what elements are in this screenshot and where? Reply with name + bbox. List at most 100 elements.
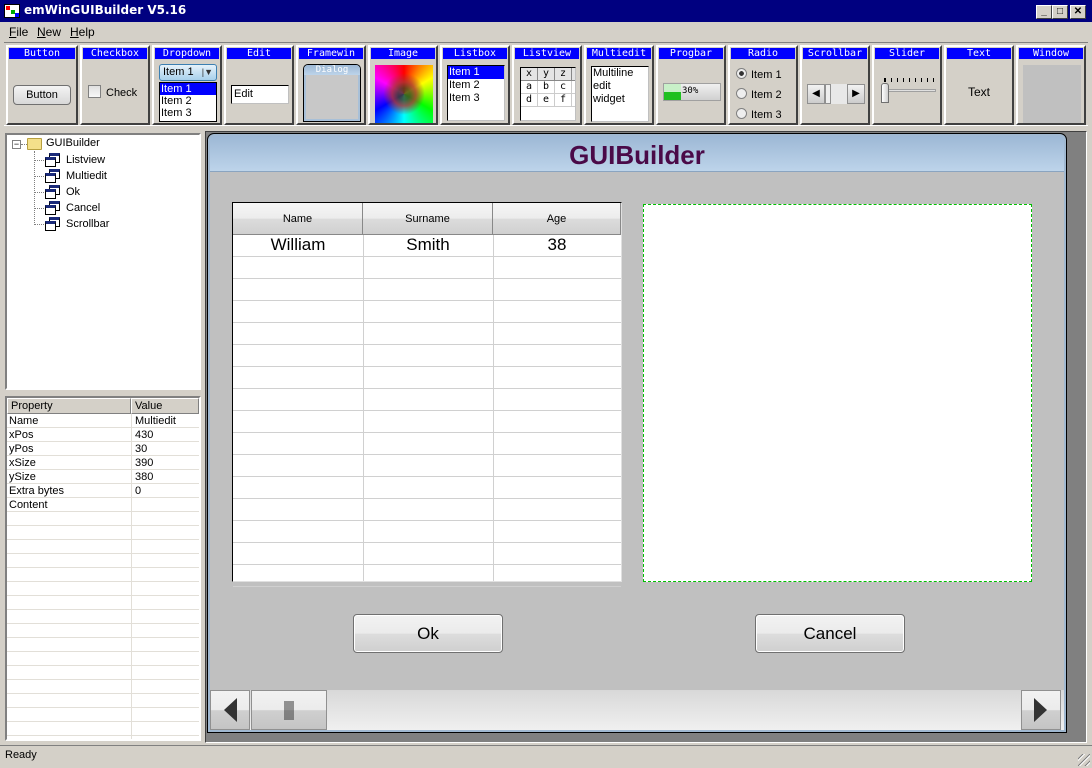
listview-row[interactable]: William Smith 38 — [233, 235, 621, 257]
property-row[interactable] — [7, 610, 199, 624]
cancel-button[interactable]: Cancel — [755, 614, 905, 653]
collapse-icon[interactable]: − — [12, 140, 21, 149]
menu-help-accel: H — [70, 25, 79, 39]
listview-row[interactable] — [233, 499, 621, 521]
scroll-left-button[interactable] — [210, 690, 250, 730]
arrow-left-icon: ◀ — [807, 84, 825, 104]
property-value[interactable]: 390 — [135, 456, 153, 470]
listbox-item: Item 1 — [448, 66, 504, 79]
property-row[interactable] — [7, 624, 199, 638]
tool-button[interactable]: Button Button — [6, 45, 78, 125]
property-value[interactable]: 30 — [135, 442, 147, 456]
menu-new[interactable]: New — [37, 25, 61, 39]
property-row[interactable]: Name Multiedit — [7, 414, 199, 428]
property-value[interactable]: 430 — [135, 428, 153, 442]
tool-multiedit[interactable]: Multiedit Multiline edit widget — [584, 45, 654, 125]
property-row[interactable] — [7, 680, 199, 694]
listview-row[interactable] — [233, 279, 621, 301]
listview-row[interactable] — [233, 455, 621, 477]
listview-header-age[interactable]: Age — [493, 203, 621, 235]
property-row[interactable] — [7, 568, 199, 582]
checkbox-box-icon — [88, 85, 101, 98]
tree-item[interactable]: Cancel — [66, 202, 100, 214]
property-value[interactable]: 0 — [135, 484, 141, 498]
property-row[interactable]: Extra bytes 0 — [7, 484, 199, 498]
property-row[interactable] — [7, 638, 199, 652]
tool-checkbox[interactable]: Checkbox Check — [80, 45, 150, 125]
property-value[interactable]: 380 — [135, 470, 153, 484]
menu-file[interactable]: File — [9, 25, 28, 39]
dropdown-item: Item 1 — [160, 83, 216, 95]
property-row[interactable] — [7, 666, 199, 680]
property-row[interactable] — [7, 652, 199, 666]
tool-scrollbar[interactable]: Scrollbar ◀ ▶ — [800, 45, 870, 125]
tree-item[interactable]: Multiedit — [66, 170, 107, 182]
property-row[interactable] — [7, 540, 199, 554]
menu-help[interactable]: Help — [70, 25, 95, 39]
tree-root[interactable]: GUIBuilder — [46, 137, 100, 149]
header-value[interactable]: Value — [131, 398, 199, 414]
tool-text[interactable]: Text Text — [944, 45, 1014, 125]
tool-image[interactable]: Image — [368, 45, 438, 125]
tool-edit[interactable]: Edit Edit — [224, 45, 294, 125]
tree-item[interactable]: Listview — [66, 154, 105, 166]
tool-framewin[interactable]: Framewin Dialog — [296, 45, 366, 125]
tool-dropdown[interactable]: Dropdown Item 1 |▼ Item 1 Item 2 Item 3 — [152, 45, 222, 125]
maximize-button[interactable]: □ — [1052, 5, 1068, 19]
property-row[interactable]: xPos 430 — [7, 428, 199, 442]
ok-button[interactable]: Ok — [353, 614, 503, 653]
dialog-caption[interactable]: GUIBuilder — [210, 136, 1064, 172]
listview-cell: d — [521, 94, 538, 106]
listview-header-surname[interactable]: Surname — [363, 203, 493, 235]
multiedit[interactable] — [643, 204, 1032, 582]
property-value[interactable]: Multiedit — [135, 414, 176, 428]
listview-row[interactable] — [233, 367, 621, 389]
widget-toolbar: Button Button Checkbox Check Dropdown It… — [4, 42, 1088, 126]
multiedit-line: widget — [593, 93, 625, 105]
tool-window[interactable]: Window — [1016, 45, 1086, 125]
property-row[interactable] — [7, 554, 199, 568]
listview-row[interactable] — [233, 521, 621, 543]
listview-row[interactable] — [233, 477, 621, 499]
tool-listbox[interactable]: Listbox Item 1 Item 2 Item 3 — [440, 45, 510, 125]
close-button[interactable]: ✕ — [1070, 5, 1086, 19]
tool-slider[interactable]: Slider — [872, 45, 942, 125]
property-row[interactable] — [7, 694, 199, 708]
listview-row[interactable] — [233, 257, 621, 279]
listview-row[interactable] — [233, 543, 621, 565]
sample-dropdown-list: Item 1 Item 2 Item 3 — [159, 82, 217, 122]
tool-progbar[interactable]: Progbar 30% — [656, 45, 726, 125]
property-row[interactable] — [7, 596, 199, 610]
property-row[interactable] — [7, 512, 199, 526]
listview-row[interactable] — [233, 565, 621, 587]
property-row[interactable]: yPos 30 — [7, 442, 199, 456]
tool-listview[interactable]: Listview x y z a b c d e f — [512, 45, 582, 125]
listview-row[interactable] — [233, 433, 621, 455]
scrollbar[interactable] — [210, 690, 1064, 730]
property-row[interactable] — [7, 708, 199, 722]
property-row[interactable]: ySize 380 — [7, 470, 199, 484]
scroll-right-button[interactable] — [1021, 690, 1061, 730]
listview-header-name[interactable]: Name — [233, 203, 363, 235]
tree-item[interactable]: Ok — [66, 186, 80, 198]
resize-grip-icon[interactable] — [1078, 754, 1090, 766]
property-row[interactable]: xSize 390 — [7, 456, 199, 470]
listview[interactable]: Name Surname Age William Smith 38 — [232, 202, 622, 587]
listview-row[interactable] — [233, 411, 621, 433]
minimize-button[interactable]: _ — [1036, 5, 1052, 19]
tool-image-header: Image — [371, 48, 435, 59]
dialog-preview[interactable]: GUIBuilder Name Surname Age William Smith 38… — [207, 133, 1067, 733]
listview-row[interactable] — [233, 323, 621, 345]
listview-row[interactable] — [233, 389, 621, 411]
property-row[interactable] — [7, 582, 199, 596]
tool-radio[interactable]: Radio Item 1 Item 2 Item 3 — [728, 45, 798, 125]
property-row[interactable] — [7, 526, 199, 540]
listview-row[interactable] — [233, 345, 621, 367]
listview-row[interactable] — [233, 301, 621, 323]
header-property[interactable]: Property — [7, 398, 131, 414]
property-row[interactable]: Content — [7, 498, 199, 512]
listview-col: z — [555, 68, 572, 80]
property-row[interactable] — [7, 722, 199, 736]
scroll-thumb[interactable] — [251, 690, 327, 730]
tree-item[interactable]: Scrollbar — [66, 218, 109, 230]
